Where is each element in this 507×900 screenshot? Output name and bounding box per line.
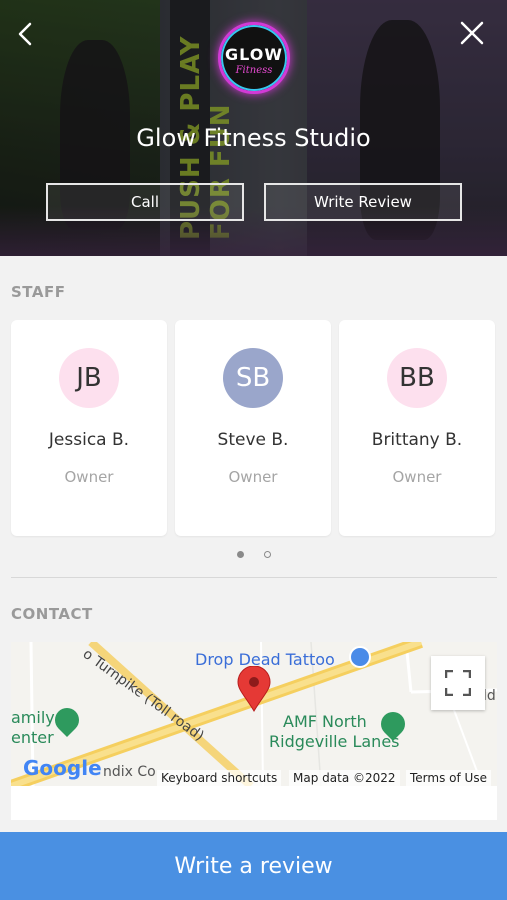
logo-subtext: Fitness — [235, 65, 273, 76]
close-icon[interactable] — [457, 18, 487, 48]
staff-card[interactable]: BB Brittany B. Owner — [339, 320, 495, 536]
write-a-review-button[interactable]: Write a review — [0, 832, 507, 900]
map-label-family-line2: enter — [11, 728, 54, 747]
staff-role: Owner — [228, 468, 278, 486]
map-label-family: amily — [11, 708, 55, 727]
divider — [11, 577, 497, 578]
carousel-page-indicator — [0, 551, 507, 558]
contact-section-label: CONTACT — [11, 605, 93, 623]
terms-of-use-link[interactable]: Terms of Use — [406, 770, 491, 786]
staff-role: Owner — [64, 468, 114, 486]
google-logo: Google — [23, 756, 102, 780]
page-dot[interactable] — [263, 551, 271, 558]
avatar: BB — [387, 348, 447, 408]
studio-logo: GLOW Fitness — [218, 22, 290, 94]
chevron-left-icon[interactable] — [12, 18, 40, 50]
staff-section-label: STAFF — [11, 283, 66, 301]
avatar: JB — [59, 348, 119, 408]
call-button[interactable]: Call — [46, 183, 244, 221]
studio-name: Glow Fitness Studio — [136, 124, 371, 152]
page-dot-active[interactable] — [236, 551, 244, 558]
location-map[interactable]: Drop Dead Tattoo o Turnpike (Toll road) … — [11, 642, 497, 786]
hero-banner: PUSH & PLAY FOR FUN GLOW Fitness Glow Fi… — [0, 0, 507, 256]
map-label-amf-line2: Ridgeville Lanes — [269, 732, 400, 751]
logo-text: GLOW — [224, 45, 283, 64]
fullscreen-icon[interactable] — [431, 656, 485, 710]
map-footer — [11, 786, 497, 820]
staff-card[interactable]: JB Jessica B. Owner — [11, 320, 167, 536]
map-data-attribution: Map data ©2022 — [289, 770, 400, 786]
location-marker-icon[interactable] — [237, 665, 271, 712]
map-label-amf[interactable]: AMF North — [283, 712, 367, 731]
write-review-button[interactable]: Write Review — [264, 183, 462, 221]
staff-card[interactable]: SB Steve B. Owner — [175, 320, 331, 536]
staff-name: Brittany B. — [371, 430, 463, 450]
keyboard-shortcuts-link[interactable]: Keyboard shortcuts — [157, 770, 282, 786]
shopping-bag-icon[interactable] — [349, 646, 371, 668]
staff-name: Jessica B. — [48, 430, 130, 450]
staff-role: Owner — [392, 468, 442, 486]
staff-name: Steve B. — [217, 430, 289, 450]
avatar: SB — [223, 348, 283, 408]
map-label-partial-bottom: ndix Co — [103, 764, 156, 780]
